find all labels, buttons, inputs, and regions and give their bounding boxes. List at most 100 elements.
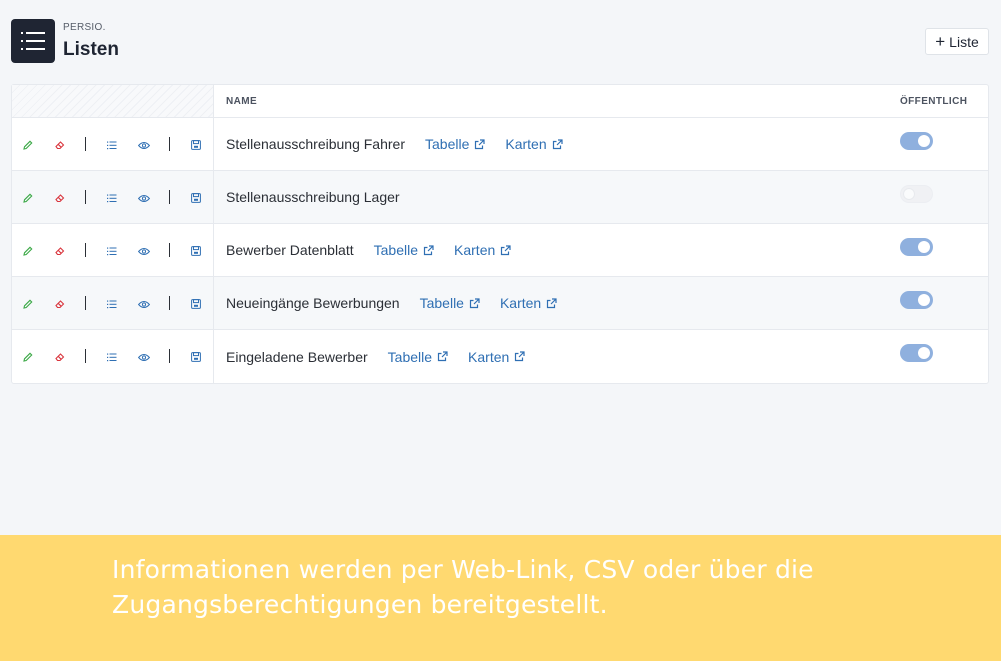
list-icon[interactable] [105, 297, 119, 311]
list-menu-icon[interactable] [11, 19, 55, 63]
public-cell [900, 118, 988, 170]
list-name: Stellenausschreibung Fahrer [226, 136, 405, 152]
page-title: Listen [63, 39, 119, 60]
public-toggle[interactable] [900, 238, 933, 256]
view-icon[interactable] [137, 350, 151, 364]
external-link-icon [432, 351, 448, 362]
edit-icon[interactable] [21, 350, 35, 364]
delete-icon[interactable] [53, 138, 67, 152]
delete-icon[interactable] [53, 350, 67, 364]
page-header: PERSIO. Listen + Liste [0, 0, 1001, 84]
name-column-header: NAME [226, 96, 258, 107]
link-tabelle[interactable]: Tabelle [388, 349, 448, 365]
name-cell: Eingeladene Bewerber Tabelle Karten [214, 330, 900, 383]
action-divider [85, 137, 86, 151]
actions-column-header [12, 85, 214, 117]
row-actions [12, 330, 214, 383]
banner-text: Informationen werden per Web-Link, CSV o… [112, 555, 814, 619]
edit-icon[interactable] [21, 138, 35, 152]
delete-icon[interactable] [53, 244, 67, 258]
external-link-icon [509, 351, 525, 362]
edit-icon[interactable] [21, 297, 35, 311]
save-icon[interactable] [189, 244, 203, 258]
public-column-header: ÖFFENTLICH [900, 96, 968, 107]
external-link-icon [464, 297, 480, 309]
action-divider [85, 349, 86, 363]
link-tabelle[interactable]: Tabelle [425, 136, 485, 152]
list-icon[interactable] [105, 244, 119, 258]
table-row: Stellenausschreibung Lager [12, 171, 988, 224]
link-label: Karten [505, 136, 547, 152]
table-body: Stellenausschreibung Fahrer Tabelle Karten… [12, 118, 988, 383]
public-cell [900, 224, 988, 276]
edit-icon[interactable] [21, 244, 35, 258]
name-cell: Bewerber Datenblatt Tabelle Karten [214, 224, 900, 276]
name-cell: Neueingänge Bewerbungen Tabelle Karten [214, 277, 900, 329]
action-divider [85, 243, 86, 257]
link-karten[interactable]: Karten [468, 349, 525, 365]
link-karten[interactable]: Karten [505, 136, 563, 152]
table-row: Bewerber Datenblatt Tabelle Karten [12, 224, 988, 277]
link-label: Tabelle [419, 295, 464, 311]
brand-label: PERSIO. [63, 22, 106, 33]
save-icon[interactable] [189, 297, 203, 311]
table-row: Eingeladene Bewerber Tabelle Karten [12, 330, 988, 383]
view-icon[interactable] [137, 138, 151, 152]
external-link-icon [418, 244, 434, 256]
list-name: Neueingänge Bewerbungen [226, 295, 400, 311]
link-label: Karten [454, 242, 496, 258]
link-tabelle[interactable]: Tabelle [420, 295, 480, 311]
public-toggle[interactable] [900, 185, 933, 203]
toggle-knob [918, 241, 930, 253]
list-icon[interactable] [105, 350, 119, 364]
add-list-button-label: Liste [949, 33, 979, 50]
toggle-knob [918, 347, 930, 359]
list-icon[interactable] [105, 138, 119, 152]
link-karten[interactable]: Karten [454, 242, 511, 258]
link-karten[interactable]: Karten [500, 295, 557, 311]
row-actions [12, 118, 214, 170]
delete-icon[interactable] [53, 191, 67, 205]
name-cell: Stellenausschreibung Lager [214, 171, 900, 223]
save-icon[interactable] [189, 138, 203, 152]
link-tabelle[interactable]: Tabelle [374, 242, 434, 258]
row-actions [12, 171, 214, 223]
action-divider [85, 190, 86, 204]
external-link-icon [469, 138, 485, 150]
action-divider [169, 243, 170, 257]
view-icon[interactable] [137, 191, 151, 205]
save-icon[interactable] [189, 350, 203, 364]
link-label: Karten [499, 295, 542, 311]
action-divider [169, 349, 170, 363]
list-name: Eingeladene Bewerber [226, 348, 368, 365]
view-icon[interactable] [137, 244, 151, 258]
list-name: Stellenausschreibung Lager [226, 189, 400, 205]
table-row: Stellenausschreibung Fahrer Tabelle Karten [12, 118, 988, 171]
action-divider [85, 296, 86, 310]
external-link-icon [495, 244, 511, 256]
name-cell: Stellenausschreibung Fahrer Tabelle Karten [214, 118, 900, 170]
table-header: NAME ÖFFENTLICH [12, 85, 988, 118]
public-toggle[interactable] [900, 291, 933, 309]
view-icon[interactable] [137, 297, 151, 311]
action-divider [169, 296, 170, 310]
link-label: Tabelle [373, 242, 419, 258]
save-icon[interactable] [189, 191, 203, 205]
plus-icon: + [935, 32, 946, 51]
public-toggle[interactable] [900, 344, 933, 362]
external-link-icon [547, 138, 563, 150]
toggle-knob [918, 135, 930, 147]
list-icon[interactable] [105, 191, 119, 205]
info-banner: Informationen werden per Web-Link, CSV o… [0, 535, 1001, 661]
edit-icon[interactable] [21, 191, 35, 205]
row-actions [12, 224, 214, 276]
external-link-icon [541, 297, 557, 309]
add-list-button[interactable]: + Liste [925, 28, 989, 55]
action-divider [169, 137, 170, 151]
list-name: Bewerber Datenblatt [226, 242, 354, 258]
lists-table: NAME ÖFFENTLICH Stellenausschreibung Fah… [11, 84, 989, 384]
row-actions [12, 277, 214, 329]
delete-icon[interactable] [53, 297, 67, 311]
table-row: Neueingänge Bewerbungen Tabelle Karten [12, 277, 988, 330]
public-toggle[interactable] [900, 132, 933, 150]
